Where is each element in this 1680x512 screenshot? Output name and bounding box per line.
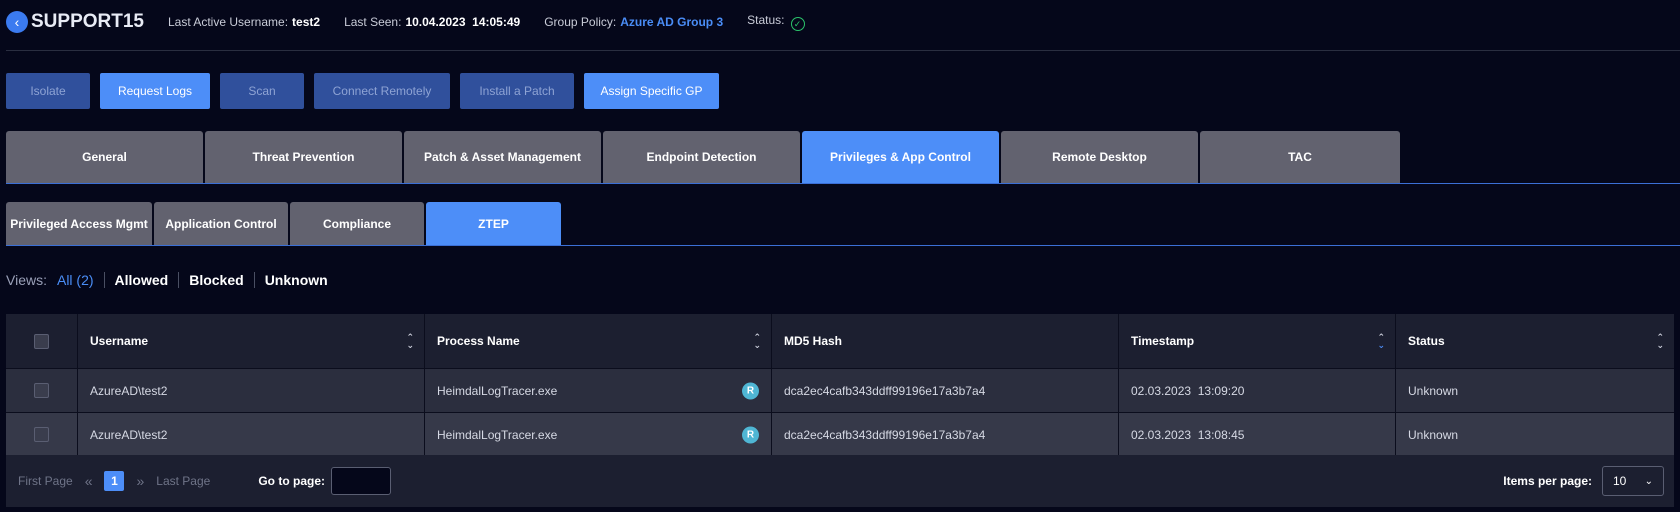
view-blocked[interactable]: Blocked (178, 272, 253, 288)
view-all[interactable]: All (2) (57, 272, 104, 288)
view-unknown[interactable]: Unknown (253, 272, 338, 288)
items-per-page: Items per page: 10 ⌄ (1503, 466, 1664, 496)
column-timestamp[interactable]: Timestamp ⌃ ⌄ (1119, 314, 1396, 368)
isolate-button[interactable]: Isolate (6, 73, 90, 109)
last-seen-label: Last Seen: (344, 15, 402, 29)
subtab-privileged-access-mgmt[interactable]: Privileged Access Mgmt (6, 202, 152, 245)
row-checkbox[interactable] (34, 427, 49, 442)
process-name-text: HeimdalLogTracer.exe (437, 383, 558, 398)
subtabs-divider (6, 245, 1680, 246)
row-checkbox[interactable] (34, 383, 49, 398)
group-policy-link[interactable]: Azure AD Group 3 (620, 15, 723, 29)
chevron-down-icon: ⌄ (1644, 475, 1653, 487)
request-logs-button[interactable]: Request Logs (100, 73, 210, 109)
column-username-label: Username (90, 334, 149, 348)
cell-timestamp: 02.03.2023 13:09:20 (1119, 369, 1396, 412)
cell-md5: dca2ec4cafb343ddff99196e17a3b7a4 (772, 369, 1119, 412)
column-status[interactable]: Status ⌃ ⌄ (1396, 314, 1674, 368)
go-to-page-input[interactable] (331, 467, 391, 495)
sort-desc-icon[interactable]: ⌃ ⌄ (1377, 333, 1385, 350)
tab-tac[interactable]: TAC (1200, 131, 1400, 183)
views-filter: Views: All (2) Allowed Blocked Unknown (6, 270, 338, 290)
cell-username: AzureAD\test2 (78, 413, 425, 456)
assign-specific-gp-button[interactable]: Assign Specific GP (584, 73, 719, 109)
items-per-page-select[interactable]: 10 ⌄ (1602, 466, 1664, 496)
table-row[interactable]: AzureAD\test2 HeimdalLogTracer.exe R dca2… (6, 412, 1674, 456)
last-page-link[interactable]: Last Page (156, 474, 210, 488)
views-label: Views: (6, 272, 47, 288)
cell-process-name: HeimdalLogTracer.exe R (425, 369, 772, 412)
status: Status: ✓ (747, 13, 805, 31)
items-per-page-value: 10 (1613, 474, 1627, 488)
cell-status: Unknown (1408, 383, 1459, 398)
column-md5-hash: MD5 Hash (772, 314, 1119, 368)
subtab-application-control[interactable]: Application Control (154, 202, 288, 245)
sort-icon[interactable]: ⌃ ⌄ (406, 333, 414, 350)
connect-remotely-button[interactable]: Connect Remotely (314, 73, 450, 109)
tab-patch-asset-management[interactable]: Patch & Asset Management (404, 131, 601, 183)
view-allowed[interactable]: Allowed (103, 272, 179, 288)
tab-general[interactable]: General (6, 131, 203, 183)
cell-process-name: HeimdalLogTracer.exe R (425, 413, 772, 456)
go-to-page-label: Go to page: (258, 474, 325, 488)
double-chevron-right-icon[interactable]: » (136, 473, 144, 489)
table-row[interactable]: AzureAD\test2 HeimdalLogTracer.exe R dca2… (6, 368, 1674, 412)
select-all-checkbox[interactable] (34, 333, 49, 349)
sort-icon[interactable]: ⌃ ⌄ (1656, 333, 1664, 350)
last-active-username: Last Active Username: test2 (168, 15, 320, 29)
main-tabs: General Threat Prevention Patch & Asset … (6, 131, 1400, 183)
last-active-label: Last Active Username: (167, 15, 289, 29)
device-header: ‹ SUPPORT15 Last Active Username: test2 L… (6, 10, 829, 34)
column-timestamp-label: Timestamp (1131, 334, 1195, 348)
cell-md5: dca2ec4cafb343ddff99196e17a3b7a4 (772, 413, 1119, 456)
back-icon[interactable]: ‹ (6, 11, 28, 33)
last-active-value: test2 (292, 15, 321, 29)
r-badge-icon: R (742, 426, 759, 443)
first-page-link[interactable]: First Page (18, 474, 73, 488)
ztep-table: Username ⌃ ⌄ Process Name ⌃ ⌄ MD5 Hash Times… (6, 314, 1674, 456)
tab-threat-prevention[interactable]: Threat Prevention (205, 131, 402, 183)
tab-endpoint-detection[interactable]: Endpoint Detection (603, 131, 800, 183)
header-divider (6, 50, 1680, 51)
tab-remote-desktop[interactable]: Remote Desktop (1001, 131, 1198, 183)
row-select-cell (6, 413, 78, 456)
double-chevron-left-icon[interactable]: « (85, 473, 93, 489)
device-name: SUPPORT15 (31, 11, 144, 32)
column-username[interactable]: Username ⌃ ⌄ (78, 314, 425, 368)
last-seen-value: 10.04.2023 14:05:49 (405, 15, 521, 29)
column-process-name[interactable]: Process Name ⌃ ⌄ (425, 314, 772, 368)
status-label: Status: (747, 13, 785, 27)
pagination-bar: First Page « 1 » Last Page Go to page: I… (6, 455, 1674, 507)
tab-privileges-app-control[interactable]: Privileges & App Control (802, 131, 999, 183)
column-process-label: Process Name (437, 334, 520, 348)
cell-timestamp: 02.03.2023 13:08:45 (1119, 413, 1396, 456)
column-md5-label: MD5 Hash (784, 334, 843, 348)
items-per-page-label: Items per page: (1503, 474, 1592, 488)
group-policy-label: Group Policy: (544, 15, 617, 29)
scan-button[interactable]: Scan (220, 73, 304, 109)
install-patch-button[interactable]: Install a Patch (460, 73, 574, 109)
tabs-divider (6, 183, 1680, 184)
sort-icon[interactable]: ⌃ ⌄ (753, 333, 761, 350)
current-page[interactable]: 1 (104, 471, 125, 491)
r-badge-icon: R (742, 382, 759, 399)
process-name-text: HeimdalLogTracer.exe (437, 427, 558, 442)
check-circle-icon: ✓ (790, 17, 805, 31)
sub-tabs: Privileged Access Mgmt Application Contr… (6, 202, 561, 245)
subtab-compliance[interactable]: Compliance (290, 202, 424, 245)
subtab-ztep[interactable]: ZTEP (426, 202, 561, 245)
column-status-label: Status (1408, 334, 1445, 348)
last-seen: Last Seen: 10.04.2023 14:05:49 (344, 15, 520, 29)
group-policy: Group Policy: Azure AD Group 3 (544, 15, 723, 29)
row-select-cell (6, 369, 78, 412)
select-all-cell (6, 314, 78, 368)
cell-status: Unknown (1408, 427, 1459, 442)
cell-username: AzureAD\test2 (78, 369, 425, 412)
table-header: Username ⌃ ⌄ Process Name ⌃ ⌄ MD5 Hash Times… (6, 314, 1674, 368)
action-toolbar: Isolate Request Logs Scan Connect Remote… (6, 73, 719, 109)
